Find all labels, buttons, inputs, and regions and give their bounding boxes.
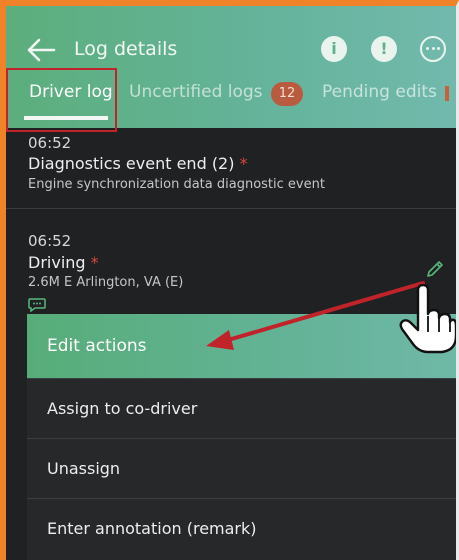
tab-pending-edits[interactable]: Pending edits [322,82,437,102]
edit-actions-menu: Edit actions Assign to co-driver Unassig… [27,314,456,560]
event-subtitle: Engine synchronization data diagnostic e… [28,177,325,192]
event-time: 06:52 [28,232,72,250]
menu-header: Edit actions [27,314,456,378]
info-icon[interactable]: i [321,36,347,62]
menu-item-unassign[interactable]: Unassign [27,438,456,499]
menu-item-assign-co-driver[interactable]: Assign to co-driver [27,378,456,439]
event-title: Diagnostics event end (2) * [28,154,248,173]
hand-pointer-icon [399,284,456,354]
event-time: 06:52 [28,134,72,152]
comment-icon [28,298,46,312]
tab-uncertified-logs[interactable]: Uncertified logs [129,82,263,102]
tab-highlight-box [6,68,117,132]
event-subtitle: 2.6M E Arlington, VA (E) [28,275,184,290]
menu-item-enter-annotation[interactable]: Enter annotation (remark) [27,498,456,559]
uncertified-count-badge: 12 [271,82,303,106]
menu-title: Edit actions [47,336,147,356]
pending-edits-indicator [445,86,449,101]
more-options-icon[interactable] [420,36,446,62]
pencil-edit-icon[interactable] [425,259,445,279]
page-title: Log details [74,38,178,60]
alert-icon[interactable]: ! [371,36,397,62]
divider [6,208,456,209]
event-title: Driving * [28,253,99,272]
back-arrow-icon[interactable] [26,36,56,64]
